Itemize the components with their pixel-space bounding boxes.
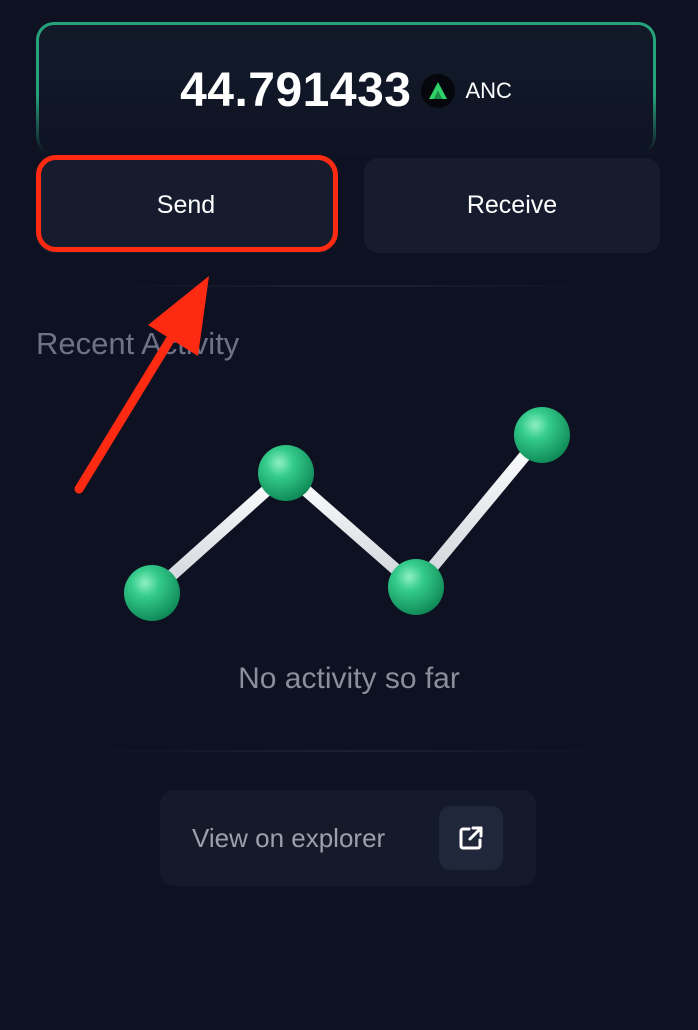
explorer-label: View on explorer xyxy=(192,822,386,853)
balance-row: 44.791433 ANC xyxy=(180,63,512,118)
balance-card: 44.791433 ANC xyxy=(36,22,656,154)
wallet-token-detail: 44.791433 ANC Send Receive Recent Activi… xyxy=(0,0,698,1030)
balance-amount: 44.791433 xyxy=(180,64,412,117)
recent-activity-title: Recent Activity xyxy=(36,326,240,361)
divider xyxy=(90,285,610,287)
receive-button[interactable]: Receive xyxy=(364,158,660,253)
token-symbol: ANC xyxy=(465,77,512,103)
line-chart-illustration-icon xyxy=(124,407,570,621)
view-on-explorer-button[interactable]: View on explorer xyxy=(160,790,536,886)
empty-activity-message: No activity so far xyxy=(238,662,460,695)
divider xyxy=(80,750,620,752)
send-button[interactable]: Send xyxy=(38,158,334,253)
anchor-token-icon xyxy=(421,73,456,108)
external-link-icon[interactable] xyxy=(439,806,503,870)
